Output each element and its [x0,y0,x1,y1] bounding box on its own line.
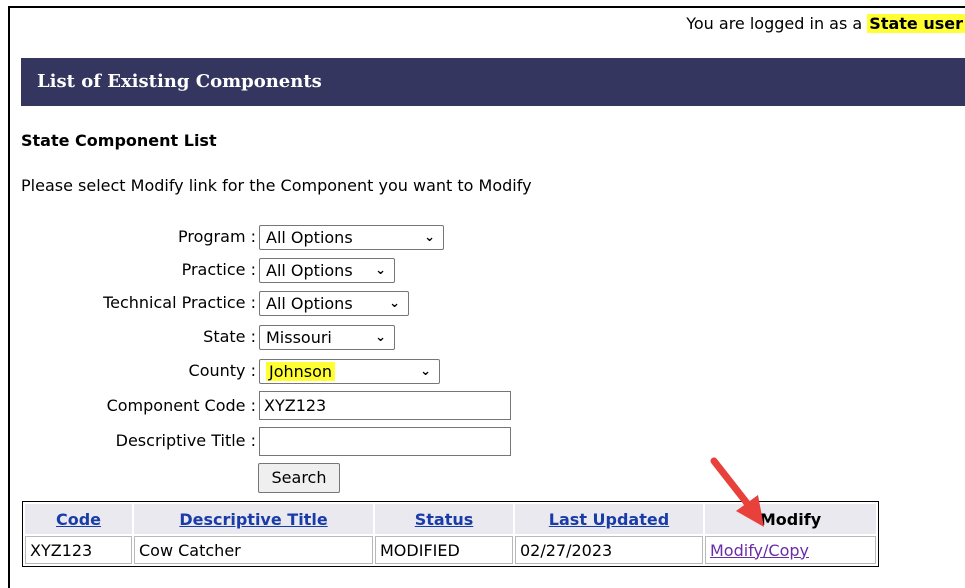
technical-practice-select[interactable]: All Options ⌄ [259,291,409,316]
practice-label: Practice : [181,260,256,279]
program-label: Program : [178,227,256,246]
col-header-title[interactable]: Descriptive Title [134,504,373,534]
county-label: County : [188,361,256,380]
login-role: State user [867,14,965,33]
technical-practice-value: All Options [266,294,353,313]
login-status: You are logged in as a State user [686,14,965,33]
cell-title: Cow Catcher [134,536,373,564]
chevron-down-icon: ⌄ [375,330,386,345]
state-value: Missouri [266,328,332,347]
sort-link-title[interactable]: Descriptive Title [179,510,327,529]
component-code-input[interactable]: XYZ123 [259,391,511,420]
component-code-value: XYZ123 [264,396,327,415]
chevron-down-icon: ⌄ [420,364,431,379]
sort-link-status[interactable]: Status [415,510,474,529]
sort-link-updated[interactable]: Last Updated [549,510,669,529]
state-select[interactable]: Missouri ⌄ [259,325,395,350]
state-label: State : [203,327,256,346]
program-select[interactable]: All Options ⌄ [259,225,444,250]
section-title: State Component List [21,131,217,150]
page-header: List of Existing Components [21,58,965,106]
county-select[interactable]: Johnson ⌄ [259,359,440,384]
technical-practice-label: Technical Practice : [103,293,256,312]
practice-select[interactable]: All Options ⌄ [259,258,395,283]
component-code-label: Component Code : [106,396,256,415]
county-value: Johnson [266,362,336,381]
col-header-code[interactable]: Code [25,504,132,534]
red-arrow-icon [710,457,764,527]
descriptive-title-input[interactable] [259,427,511,456]
cell-status: MODIFIED [375,536,513,564]
chevron-down-icon: ⌄ [375,263,386,278]
chevron-down-icon: ⌄ [424,230,435,245]
descriptive-title-label: Descriptive Title : [115,431,256,450]
cell-updated: 02/27/2023 [515,536,703,564]
cell-modify: Modify/Copy [705,536,876,564]
page-title: List of Existing Components [37,71,322,92]
sort-link-code[interactable]: Code [56,510,101,529]
cell-code: XYZ123 [25,536,132,564]
program-value: All Options [266,228,353,247]
table-row: XYZ123 Cow Catcher MODIFIED 02/27/2023 M… [25,536,876,564]
col-header-updated[interactable]: Last Updated [515,504,703,534]
col-header-status[interactable]: Status [375,504,513,534]
practice-value: All Options [266,261,353,280]
modify-copy-link[interactable]: Modify/Copy [710,541,809,560]
chevron-down-icon: ⌄ [389,296,400,311]
search-button[interactable]: Search [258,463,340,493]
login-prefix: You are logged in as a [686,14,863,33]
instruction-text: Please select Modify link for the Compon… [21,176,532,195]
